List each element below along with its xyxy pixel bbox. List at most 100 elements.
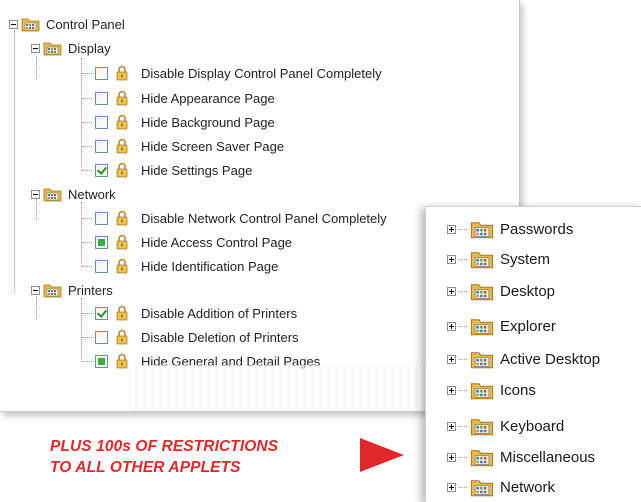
lock-icon	[116, 234, 128, 250]
restriction-checkbox[interactable]	[95, 91, 108, 105]
tree-node-control-panel[interactable]: Control Panel	[9, 12, 125, 36]
restriction-label: Hide Identification Page	[141, 258, 279, 274]
folder-control-panel-icon	[43, 186, 62, 202]
lock-icon	[116, 305, 128, 321]
promo-caption: PLUS 100s OF RESTRICTIONS TO ALL OTHER A…	[50, 436, 278, 478]
lock-icon	[116, 138, 128, 154]
tree-node-explorer[interactable]: Explorer	[447, 314, 556, 338]
tree-node-label: Passwords	[500, 220, 574, 238]
collapse-icon[interactable]	[31, 43, 40, 53]
restriction-item[interactable]: Hide Access Control Page	[82, 230, 292, 254]
tree-guide-line	[14, 30, 15, 292]
tree-node-system[interactable]: System	[447, 247, 550, 271]
expand-icon[interactable]	[447, 354, 456, 364]
restriction-checkbox-checked[interactable]	[95, 163, 108, 177]
lock-icon	[116, 114, 128, 130]
restriction-label: Disable Display Control Panel Completely	[141, 65, 382, 81]
tree-node-label: Icons	[500, 381, 536, 399]
tree-node-keyboard[interactable]: Keyboard	[447, 414, 564, 438]
tree-node-desktop[interactable]: Desktop	[447, 279, 555, 303]
expand-icon[interactable]	[447, 421, 456, 431]
collapse-icon[interactable]	[31, 285, 40, 295]
restriction-checkbox-partial[interactable]	[95, 354, 108, 368]
tree-node-icons[interactable]: Icons	[447, 378, 536, 402]
folder-control-panel-icon	[21, 16, 40, 32]
folder-control-panel-icon	[470, 249, 494, 269]
lock-icon	[116, 90, 128, 106]
restriction-checkbox[interactable]	[95, 330, 108, 344]
restriction-item[interactable]: Hide Appearance Page	[82, 86, 275, 110]
folder-control-panel-icon	[470, 447, 494, 467]
expand-icon[interactable]	[447, 286, 456, 296]
tree-node-label: Keyboard	[500, 417, 565, 435]
folder-control-panel-icon	[470, 219, 494, 239]
tree-node-label: Explorer	[500, 317, 556, 335]
folder-control-panel-icon	[43, 40, 62, 56]
lock-icon	[116, 65, 128, 81]
folder-control-panel-icon	[470, 416, 494, 436]
applets-tree-panel: Passwords System Desktop Explorer Active…	[425, 206, 641, 502]
restriction-item[interactable]: Hide Identification Page	[82, 254, 278, 278]
promo-line-1: PLUS 100s OF RESTRICTIONS	[50, 438, 279, 455]
collapse-icon[interactable]	[31, 189, 40, 199]
tree-node-display[interactable]: Display	[31, 36, 111, 60]
folder-control-panel-icon	[470, 477, 494, 497]
folder-control-panel-icon	[470, 380, 494, 400]
expand-icon[interactable]	[447, 321, 456, 331]
restriction-checkbox[interactable]	[95, 139, 108, 153]
tree-node-miscellaneous[interactable]: Miscellaneous	[447, 445, 595, 469]
restriction-item[interactable]: Hide Settings Page	[82, 158, 252, 182]
tree-node-label: Display	[68, 40, 111, 56]
tree-node-label: System	[500, 250, 551, 268]
restriction-label: Disable Deletion of Printers	[141, 329, 299, 345]
restriction-label: Disable Network Control Panel Completely	[141, 210, 387, 226]
tree-node-passwords[interactable]: Passwords	[447, 217, 573, 241]
restriction-checkbox-partial[interactable]	[95, 235, 108, 249]
tree-node-label: Active Desktop	[500, 350, 601, 368]
expand-icon[interactable]	[447, 385, 456, 395]
restriction-item[interactable]: Hide Screen Saver Page	[82, 134, 284, 158]
tree-node-label: Network	[68, 186, 116, 202]
folder-control-panel-icon	[470, 281, 494, 301]
tree-node-network[interactable]: Network	[447, 475, 555, 499]
restriction-label: Hide Appearance Page	[141, 90, 275, 106]
restriction-checkbox[interactable]	[95, 66, 108, 80]
restriction-checkbox[interactable]	[95, 211, 108, 225]
promo-line-2: TO ALL OTHER APPLETS	[50, 459, 241, 476]
lock-icon	[116, 210, 128, 226]
restriction-checkbox[interactable]	[95, 115, 108, 129]
expand-icon[interactable]	[447, 224, 456, 234]
restriction-item[interactable]: Disable Network Control Panel Completely	[82, 206, 387, 230]
lock-icon	[116, 162, 128, 178]
tree-node-label: Desktop	[500, 282, 556, 300]
restriction-item[interactable]: Disable Addition of Printers	[82, 301, 297, 325]
arrow-right-icon	[360, 438, 404, 472]
tree-node-network[interactable]: Network	[31, 182, 116, 206]
restriction-item[interactable]: Hide Background Page	[82, 110, 275, 134]
lock-icon	[116, 329, 128, 345]
restriction-item[interactable]: Disable Display Control Panel Completely	[82, 61, 382, 85]
restriction-item[interactable]: Disable Deletion of Printers	[82, 325, 299, 349]
lock-icon	[116, 353, 128, 369]
tree-node-label: Network	[500, 478, 556, 496]
collapse-icon[interactable]	[9, 19, 18, 29]
tree-node-active-desktop[interactable]: Active Desktop	[447, 347, 600, 371]
folder-control-panel-icon	[470, 349, 494, 369]
restriction-label: Hide Access Control Page	[141, 234, 293, 250]
tree-node-label: Printers	[68, 282, 113, 298]
tree-node-printers[interactable]: Printers	[31, 278, 113, 302]
restriction-checkbox-checked[interactable]	[95, 306, 108, 320]
expand-icon[interactable]	[447, 482, 456, 492]
restriction-label: Disable Addition of Printers	[141, 305, 298, 321]
lock-icon	[116, 258, 128, 274]
expand-icon[interactable]	[447, 452, 456, 462]
tree-node-label: Miscellaneous	[500, 448, 596, 466]
restriction-checkbox[interactable]	[95, 259, 108, 273]
expand-icon[interactable]	[447, 254, 456, 264]
restriction-label: Hide Screen Saver Page	[141, 138, 285, 154]
restriction-label: Hide Background Page	[141, 114, 275, 130]
folder-control-panel-icon	[470, 316, 494, 336]
restriction-label: Hide Settings Page	[141, 162, 253, 178]
folder-control-panel-icon	[43, 282, 62, 298]
tree-node-label: Control Panel	[46, 16, 125, 32]
